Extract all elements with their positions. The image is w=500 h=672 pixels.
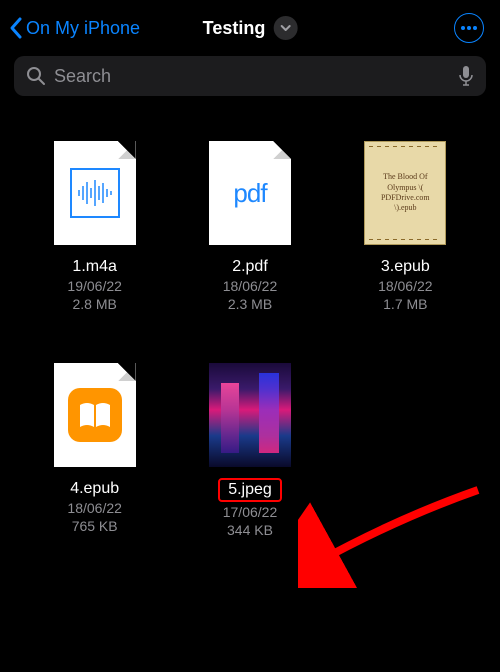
folder-title: Testing xyxy=(203,18,266,39)
file-item[interactable]: 1.m4a 19/06/22 2.8 MB xyxy=(22,138,167,312)
ibooks-icon xyxy=(68,388,122,442)
file-item[interactable]: 5.jpeg 17/06/22 344 KB xyxy=(177,360,322,538)
navigation-bar: On My iPhone Testing xyxy=(0,0,500,52)
file-item[interactable]: 4.epub 18/06/22 765 KB xyxy=(22,360,167,538)
pdf-icon: pdf xyxy=(233,178,266,209)
file-grid: 1.m4a 19/06/22 2.8 MB pdf 2.pdf 18/06/22… xyxy=(0,106,500,538)
chevron-down-icon[interactable] xyxy=(273,16,297,40)
file-name: 2.pdf xyxy=(232,258,268,276)
back-button[interactable]: On My iPhone xyxy=(8,16,140,40)
file-thumbnail-epub-cover: The Blood Of Olympus \( PDFDrive.com \).… xyxy=(357,138,453,248)
file-size: 2.3 MB xyxy=(228,296,272,312)
file-date: 18/06/22 xyxy=(67,500,122,516)
file-thumbnail-pdf: pdf xyxy=(202,138,298,248)
back-label: On My iPhone xyxy=(26,18,140,39)
more-button[interactable] xyxy=(454,13,484,43)
ellipsis-icon xyxy=(460,25,478,31)
file-size: 2.8 MB xyxy=(72,296,116,312)
file-date: 17/06/22 xyxy=(223,504,278,520)
book-cover-icon: The Blood Of Olympus \( PDFDrive.com \).… xyxy=(364,141,446,245)
file-size: 765 KB xyxy=(72,518,118,534)
file-item[interactable]: The Blood Of Olympus \( PDFDrive.com \).… xyxy=(333,138,478,312)
file-thumbnail-audio xyxy=(47,138,143,248)
file-thumbnail-ibooks xyxy=(47,360,143,470)
file-name: 3.epub xyxy=(381,258,430,276)
search-placeholder: Search xyxy=(54,66,450,87)
file-size: 1.7 MB xyxy=(383,296,427,312)
search-icon xyxy=(26,66,46,86)
file-size: 344 KB xyxy=(227,522,273,538)
file-thumbnail-jpeg xyxy=(202,360,298,470)
file-name: 4.epub xyxy=(70,480,119,498)
file-item[interactable]: pdf 2.pdf 18/06/22 2.3 MB xyxy=(177,138,322,312)
chevron-left-icon xyxy=(8,16,24,40)
file-date: 19/06/22 xyxy=(67,278,122,294)
file-date: 18/06/22 xyxy=(223,278,278,294)
waveform-icon xyxy=(70,168,120,218)
image-thumbnail xyxy=(209,363,291,467)
microphone-icon[interactable] xyxy=(458,65,474,87)
search-container: Search xyxy=(0,52,500,106)
search-input[interactable]: Search xyxy=(14,56,486,96)
file-name: 5.jpeg xyxy=(218,478,282,502)
folder-title-group[interactable]: Testing xyxy=(203,16,298,40)
file-name: 1.m4a xyxy=(72,258,116,276)
file-date: 18/06/22 xyxy=(378,278,433,294)
